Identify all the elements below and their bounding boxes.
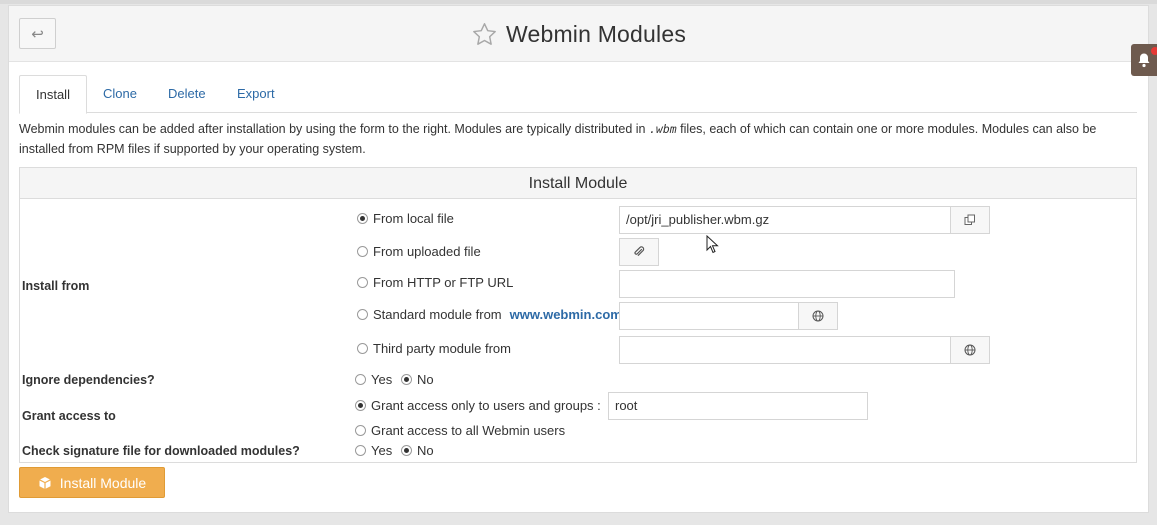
radio-grant-all[interactable]	[355, 425, 366, 436]
globe-icon	[812, 310, 824, 322]
radio-ignore-deps-no[interactable]	[401, 374, 412, 385]
check-signature-yes[interactable]: Yes	[355, 443, 392, 458]
radio-signature-no[interactable]	[401, 445, 412, 456]
option-uploaded-file[interactable]: From uploaded file	[357, 244, 481, 259]
grant-access-only[interactable]: Grant access only to users and groups :	[355, 398, 601, 413]
file-chooser-button[interactable]	[950, 206, 990, 234]
radio-local-file[interactable]	[357, 213, 368, 224]
install-module-button[interactable]: Install Module	[19, 467, 165, 498]
install-module-form: Install Module Install from From local f…	[19, 167, 1137, 463]
page-header: ↩ Webmin Modules	[9, 6, 1148, 62]
webmin-link[interactable]: www.webmin.com	[510, 307, 622, 322]
main-panel: ↩ Webmin Modules Install Clone Delete Ex…	[8, 5, 1149, 513]
ignore-dependencies-label: Ignore dependencies?	[22, 373, 155, 387]
install-from-label: Install from	[22, 279, 90, 293]
file-chooser-icon	[964, 214, 975, 225]
third-party-input[interactable]	[619, 336, 951, 364]
url-input[interactable]	[619, 270, 955, 298]
notification-dot	[1151, 47, 1157, 55]
top-strip	[0, 0, 1157, 4]
tab-install[interactable]: Install	[19, 75, 87, 114]
paperclip-icon	[634, 246, 645, 256]
option-standard-module[interactable]: Standard module from www.webmin.com	[357, 307, 622, 322]
radio-ignore-deps-yes[interactable]	[355, 374, 366, 385]
upload-button[interactable]	[619, 238, 659, 266]
tab-export[interactable]: Export	[221, 75, 291, 113]
radio-third-party[interactable]	[357, 343, 368, 354]
description-text: Webmin modules can be added after instal…	[19, 122, 1097, 156]
globe-icon	[964, 344, 976, 356]
tab-delete[interactable]: Delete	[152, 75, 222, 113]
title-area: Webmin Modules	[9, 18, 1148, 50]
tab-clone[interactable]: Clone	[87, 75, 153, 113]
local-file-input[interactable]: /opt/jri_publisher.wbm.gz	[619, 206, 951, 234]
radio-uploaded-file[interactable]	[357, 246, 368, 257]
grant-access-label: Grant access to	[22, 409, 116, 423]
check-signature-no[interactable]: No	[401, 443, 434, 458]
radio-standard-module[interactable]	[357, 309, 368, 320]
third-party-browse-button[interactable]	[950, 336, 990, 364]
radio-grant-only[interactable]	[355, 400, 366, 411]
mouse-cursor-icon	[706, 235, 719, 254]
option-third-party[interactable]: Third party module from	[357, 341, 511, 356]
bell-icon	[1138, 53, 1150, 68]
ignore-deps-no[interactable]: No	[401, 372, 434, 387]
notification-tab[interactable]	[1131, 44, 1157, 76]
form-heading: Install Module	[20, 168, 1136, 199]
option-http-url[interactable]: From HTTP or FTP URL	[357, 275, 513, 290]
grant-access-all[interactable]: Grant access to all Webmin users	[355, 423, 565, 438]
radio-http-url[interactable]	[357, 277, 368, 288]
check-signature-label: Check signature file for downloaded modu…	[22, 444, 300, 458]
standard-module-browse-button[interactable]	[798, 302, 838, 330]
tab-bar: Install Clone Delete Export	[19, 75, 1137, 114]
package-icon	[39, 476, 51, 489]
standard-module-input[interactable]	[619, 302, 799, 330]
page-title: Webmin Modules	[505, 20, 687, 47]
star-icon[interactable]	[471, 21, 498, 48]
option-local-file[interactable]: From local file	[357, 211, 454, 226]
radio-signature-yes[interactable]	[355, 445, 366, 456]
grant-users-input[interactable]: root	[608, 392, 868, 420]
file-extension: .wbm	[648, 122, 677, 136]
ignore-deps-yes[interactable]: Yes	[355, 372, 392, 387]
